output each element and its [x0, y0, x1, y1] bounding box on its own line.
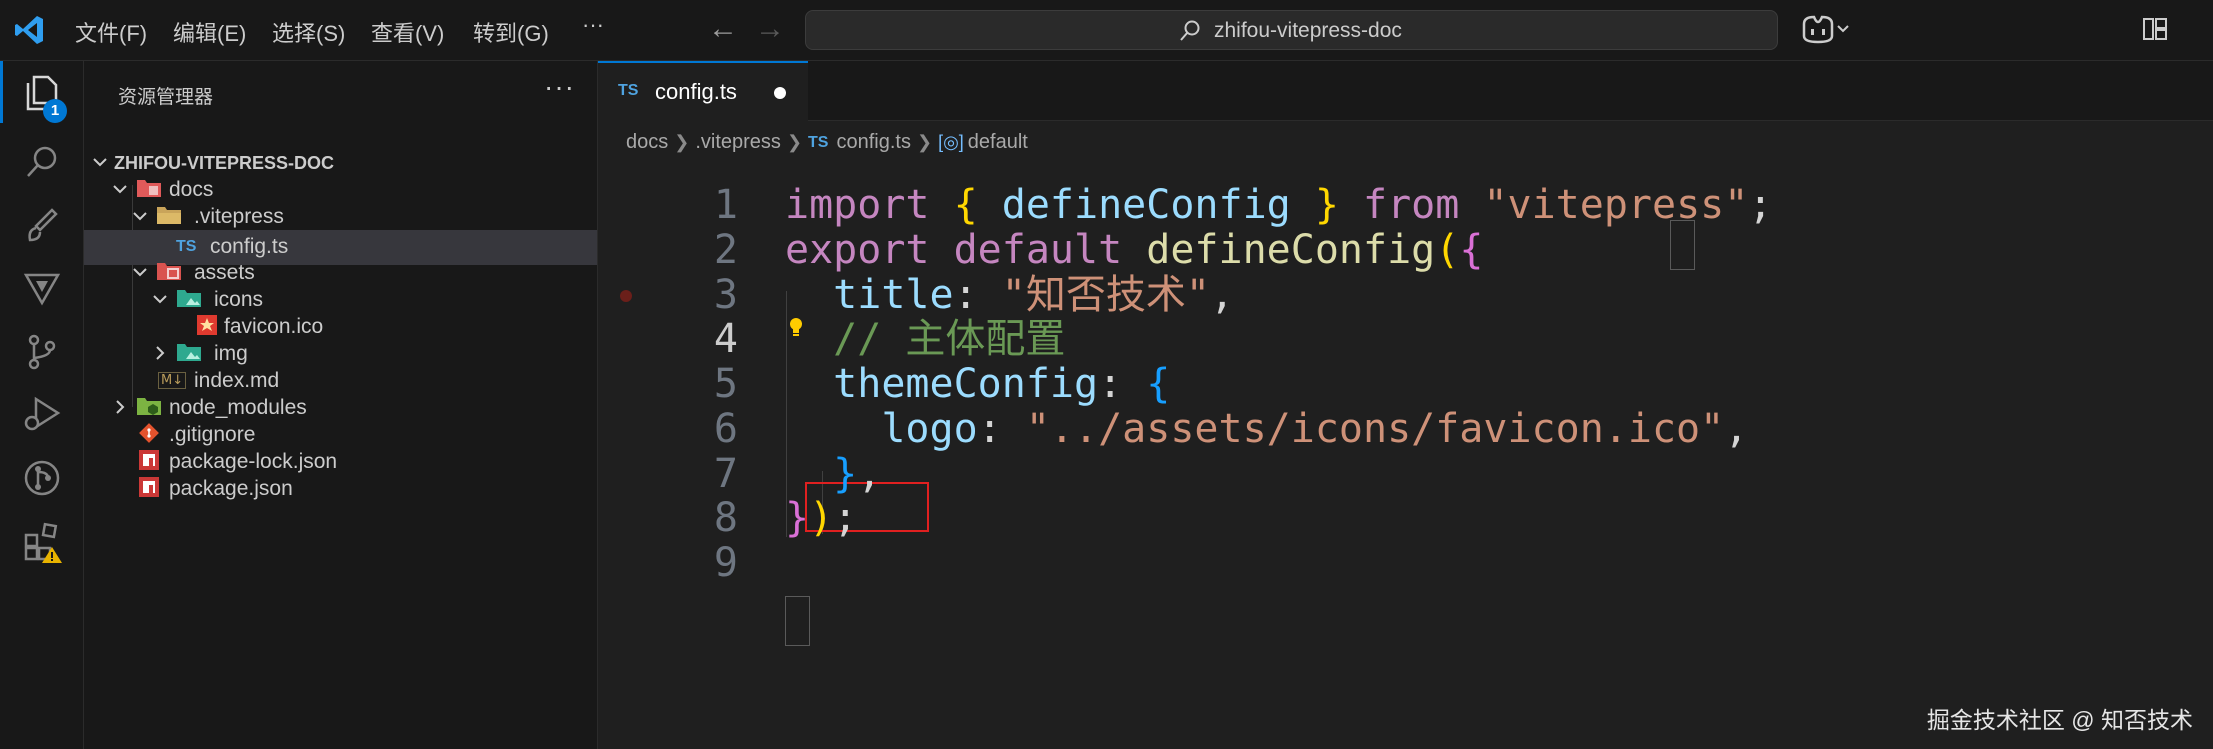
explorer-title: 资源管理器	[118, 87, 214, 108]
search-activity[interactable]	[0, 131, 84, 193]
explorer-more-icon[interactable]: ···	[544, 71, 575, 103]
menu-view[interactable]: 查看(V)	[371, 16, 444, 48]
explorer-badge: 1	[43, 99, 67, 123]
vscode-logo-icon[interactable]	[12, 13, 46, 47]
folder-images-icon	[177, 290, 201, 307]
explorer-sidebar: 资源管理器 ··· ZHIFOU-VITEPRESS-DOC docs .vit…	[84, 61, 598, 749]
folder-docs-icon	[137, 180, 161, 197]
source-control-icon	[28, 334, 56, 370]
typescript-file-icon: TS	[808, 133, 829, 151]
favicon-file-icon	[197, 315, 217, 335]
typescript-file-icon: TS	[618, 82, 639, 99]
chevron-down-icon	[133, 212, 147, 221]
menu-go[interactable]: 转到(G)	[473, 16, 549, 48]
tree-file-package-json[interactable]: package.json	[84, 469, 597, 507]
editor-area: TS config.ts docs ❯ .vitepress ❯ TS config.ts…	[598, 61, 2213, 749]
code-editor[interactable]: 1 import { defineConfig } from "vitepres…	[598, 171, 2213, 749]
folder-images-icon	[177, 344, 201, 361]
tab-label: config.ts	[655, 79, 737, 104]
tree-label: package.json	[169, 477, 293, 500]
activity-bar: 1	[0, 61, 84, 749]
extensions-icon	[24, 522, 62, 563]
menu-more-icon[interactable]: ···	[582, 12, 604, 38]
run-debug-activity[interactable]	[0, 383, 84, 445]
bracket-match-box	[785, 596, 810, 646]
watermark: 掘金技术社区 @ 知否技术	[1926, 707, 2193, 733]
breadcrumb: docs ❯ .vitepress ❯ TS config.ts ❯ [◎] default	[626, 131, 1028, 161]
menu-selection[interactable]: 选择(S)	[272, 16, 345, 48]
chevron-right-icon: ❯	[674, 132, 690, 153]
paintbrush-icon	[28, 208, 58, 242]
tree-label: .vitepress	[194, 205, 284, 228]
menu-edit[interactable]: 编辑(E)	[173, 16, 246, 48]
chevron-down-icon	[93, 158, 107, 167]
vitest-activity[interactable]	[0, 257, 84, 319]
triangle-icon	[23, 273, 61, 306]
breadcrumb-item[interactable]: .vitepress	[695, 131, 781, 153]
extensions-activity[interactable]	[0, 509, 84, 571]
command-center-search[interactable]: zhifou-vitepress-doc	[805, 10, 1778, 50]
chevron-down-icon	[133, 268, 147, 277]
code-line-9: 9	[598, 532, 2213, 595]
breadcrumb-item[interactable]: config.ts	[836, 131, 910, 153]
source-control-activity[interactable]	[0, 320, 84, 382]
symbol-variable-icon: [◎]	[938, 132, 964, 153]
chevron-right-icon	[156, 346, 165, 360]
line-number: 9	[713, 540, 738, 586]
chevron-right-icon: ❯	[916, 132, 933, 153]
breadcrumb-item[interactable]: docs	[626, 131, 668, 153]
git-graph-icon	[24, 460, 60, 496]
npm-file-icon	[139, 450, 159, 470]
chevron-down-icon	[113, 185, 127, 194]
search-icon	[1180, 20, 1200, 41]
copilot-icon[interactable]	[1800, 14, 1852, 46]
tab-config-ts[interactable]: TS config.ts	[598, 61, 808, 121]
unsaved-dot-icon[interactable]	[774, 87, 786, 99]
chevron-down-icon	[153, 295, 167, 304]
git-graph-activity[interactable]	[0, 446, 84, 508]
search-icon	[27, 146, 57, 177]
menu-file[interactable]: 文件(F)	[75, 16, 147, 48]
folder-vitepress-icon	[157, 207, 181, 224]
npm-file-icon	[139, 477, 159, 497]
folder-assets-icon	[157, 263, 181, 280]
explorer-activity[interactable]: 1	[0, 61, 84, 123]
run-debug-icon	[24, 396, 61, 431]
git-file-icon	[139, 423, 159, 443]
chevron-right-icon: ❯	[786, 132, 803, 153]
back-arrow-icon[interactable]: ←	[708, 12, 738, 46]
editor-tabs: TS config.ts	[598, 61, 2213, 121]
forward-arrow-icon[interactable]: →	[755, 12, 785, 46]
breadcrumb-item[interactable]: default	[968, 131, 1028, 153]
brush-activity[interactable]	[0, 194, 84, 256]
command-center-text: zhifou-vitepress-doc	[1214, 19, 1402, 42]
title-bar: 文件(F) 编辑(E) 选择(S) 查看(V) 转到(G) ··· ← → zh…	[0, 0, 2213, 61]
folder-node-icon	[137, 398, 161, 415]
toggle-sidebar-icon[interactable]	[2142, 16, 2168, 42]
markdown-file-icon: M↓	[158, 372, 187, 389]
chevron-right-icon	[116, 400, 125, 414]
